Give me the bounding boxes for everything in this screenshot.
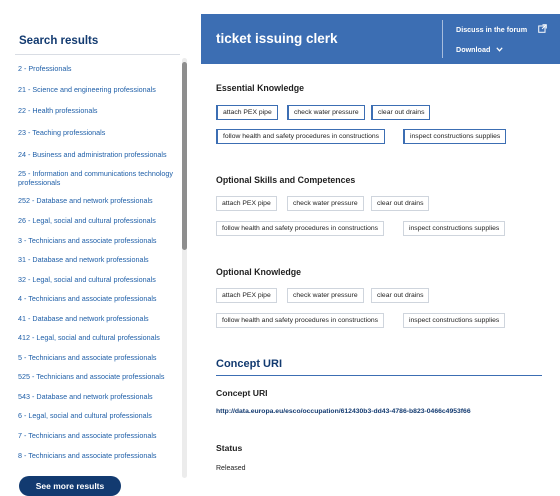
optional-knowledge-chip[interactable]: clear out drains <box>371 288 430 303</box>
optional-knowledge-chip[interactable]: check water pressure <box>287 288 364 303</box>
result-item[interactable]: 22 - Health professionals <box>18 106 180 115</box>
result-item[interactable]: 525 - Technicians and associate professi… <box>18 372 180 381</box>
result-item[interactable]: 543 - Database and network professionals <box>18 392 180 401</box>
result-item[interactable]: 8 - Technicians and associate profession… <box>18 451 180 460</box>
search-results-sidebar: Search results 2 - Professionals 21 - Sc… <box>0 0 190 496</box>
optional-knowledge-chip[interactable]: follow health and safety procedures in c… <box>216 313 385 328</box>
scrollbar-thumb[interactable] <box>182 62 187 250</box>
optional-skill-chip[interactable]: follow health and safety procedures in c… <box>216 221 385 236</box>
result-item[interactable]: 21 - Science and engineering professiona… <box>18 85 180 94</box>
result-item[interactable]: 2 - Professionals <box>18 64 180 73</box>
optional-knowledge-heading: Optional Knowledge <box>216 267 302 277</box>
concept-uri-link[interactable]: http://data.europa.eu/esco/occupation/61… <box>216 408 471 415</box>
page-title: ticket issuing clerk <box>216 31 338 46</box>
download-dropdown[interactable]: Download <box>456 45 503 54</box>
essential-knowledge-chip[interactable]: follow health and safety procedures in c… <box>216 129 386 144</box>
optional-skill-chip[interactable]: check water pressure <box>287 196 364 211</box>
optional-knowledge-chip[interactable]: attach PEX pipe <box>216 288 277 303</box>
result-item[interactable]: 3 - Technicians and associate profession… <box>18 236 180 245</box>
optional-knowledge-chip[interactable]: inspect constructions supplies <box>403 313 506 328</box>
essential-knowledge-chip[interactable]: attach PEX pipe <box>216 105 278 120</box>
result-item[interactable]: 24 - Business and administration profess… <box>18 150 180 159</box>
forum-link[interactable]: Discuss in the forum <box>456 25 527 34</box>
result-item[interactable]: 7 - Technicians and associate profession… <box>18 431 180 440</box>
occupation-detail-panel: ticket issuing clerk Discuss in the foru… <box>201 0 560 496</box>
essential-knowledge-chip[interactable]: clear out drains <box>371 105 431 120</box>
essential-knowledge-chip[interactable]: inspect constructions supplies <box>403 129 507 144</box>
result-item[interactable]: 41 - Database and network professionals <box>18 314 180 323</box>
result-item[interactable]: 26 - Legal, social and cultural professi… <box>18 216 180 225</box>
concept-uri-heading: Concept URI <box>216 358 282 370</box>
result-item[interactable]: 4 - Technicians and associate profession… <box>18 294 180 303</box>
see-more-results-button[interactable]: See more results <box>19 476 121 496</box>
result-item[interactable]: 32 - Legal, social and cultural professi… <box>18 275 180 284</box>
result-item[interactable]: 252 - Database and network professionals <box>18 196 180 205</box>
header-divider <box>442 20 443 58</box>
essential-knowledge-heading: Essential Knowledge <box>216 83 304 93</box>
result-item[interactable]: 5 - Technicians and associate profession… <box>18 353 180 362</box>
sidebar-divider <box>15 54 180 55</box>
optional-skill-chip[interactable]: inspect constructions supplies <box>403 221 506 236</box>
optional-skills-heading: Optional Skills and Competences <box>216 175 356 185</box>
download-label: Download <box>456 45 491 54</box>
concept-uri-label: Concept URI <box>216 388 268 398</box>
result-item[interactable]: 25 - Information and communications tech… <box>18 169 180 187</box>
optional-skill-chip[interactable]: clear out drains <box>371 196 430 211</box>
occupation-header: ticket issuing clerk Discuss in the foru… <box>201 14 560 64</box>
external-link-icon[interactable] <box>538 24 547 33</box>
optional-skill-chip[interactable]: attach PEX pipe <box>216 196 277 211</box>
result-item[interactable]: 23 - Teaching professionals <box>18 128 180 137</box>
result-item[interactable]: 6 - Legal, social and cultural professio… <box>18 411 180 420</box>
result-item[interactable]: 412 - Legal, social and cultural profess… <box>18 333 180 342</box>
chevron-down-icon <box>496 47 503 52</box>
result-item[interactable]: 31 - Database and network professionals <box>18 255 180 264</box>
essential-knowledge-chip[interactable]: check water pressure <box>287 105 365 120</box>
concept-uri-divider <box>216 375 542 376</box>
status-label: Status <box>216 443 243 453</box>
status-value: Released <box>216 465 246 472</box>
sidebar-title: Search results <box>19 35 99 47</box>
